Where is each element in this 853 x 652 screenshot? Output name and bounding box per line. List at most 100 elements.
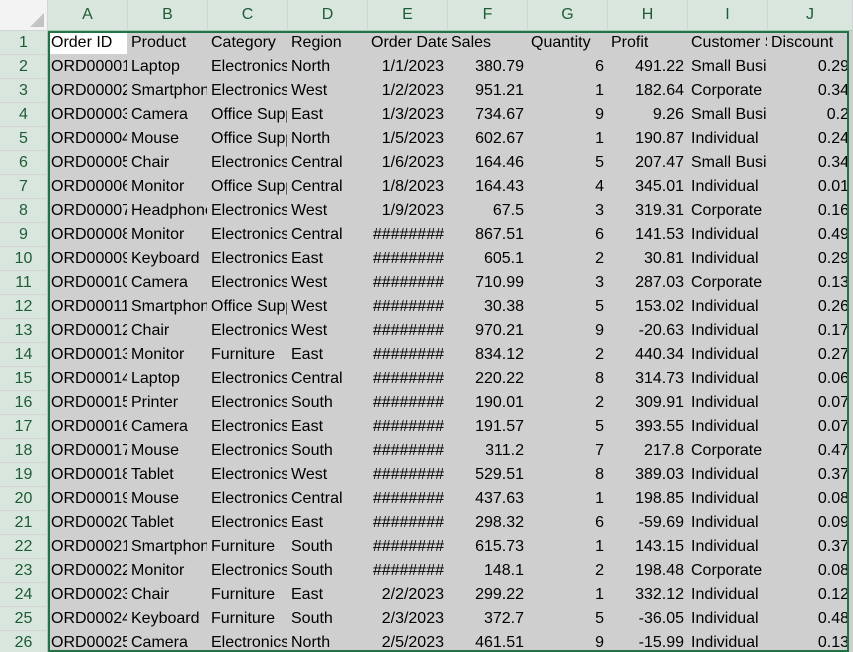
cell-b26[interactable]: Camera <box>128 631 208 652</box>
cell-h10[interactable]: 30.81 <box>608 247 688 271</box>
cell-f26[interactable]: 461.51 <box>448 631 528 652</box>
cell-d7[interactable]: Central <box>288 175 368 199</box>
cell-d5[interactable]: North <box>288 127 368 151</box>
cell-c11[interactable]: Electronics <box>208 271 288 295</box>
cell-e20[interactable]: ######## <box>368 487 448 511</box>
cell-j1[interactable]: Discount <box>768 31 853 55</box>
cell-a2[interactable]: ORD00001 <box>48 55 128 79</box>
cell-a9[interactable]: ORD00008 <box>48 223 128 247</box>
cell-g24[interactable]: 1 <box>528 583 608 607</box>
row-header-6[interactable]: 6 <box>0 151 48 175</box>
cell-d10[interactable]: East <box>288 247 368 271</box>
cell-c3[interactable]: Electronics <box>208 79 288 103</box>
cell-a8[interactable]: ORD00007 <box>48 199 128 223</box>
cell-i15[interactable]: Individual <box>688 367 768 391</box>
cell-g16[interactable]: 2 <box>528 391 608 415</box>
column-header-d[interactable]: D <box>288 0 368 31</box>
cell-a22[interactable]: ORD00021 <box>48 535 128 559</box>
cell-f5[interactable]: 602.67 <box>448 127 528 151</box>
cell-j13[interactable]: 0.17 <box>768 319 853 343</box>
cell-f24[interactable]: 299.22 <box>448 583 528 607</box>
cell-g7[interactable]: 4 <box>528 175 608 199</box>
cell-e24[interactable]: 2/2/2023 <box>368 583 448 607</box>
cell-h4[interactable]: 9.26 <box>608 103 688 127</box>
cell-b8[interactable]: Headphones <box>128 199 208 223</box>
cell-e2[interactable]: 1/1/2023 <box>368 55 448 79</box>
column-header-a[interactable]: A <box>48 0 128 31</box>
row-header-23[interactable]: 23 <box>0 559 48 583</box>
cell-c23[interactable]: Electronics <box>208 559 288 583</box>
cell-f15[interactable]: 220.22 <box>448 367 528 391</box>
row-header-5[interactable]: 5 <box>0 127 48 151</box>
cell-d24[interactable]: East <box>288 583 368 607</box>
cell-a1[interactable]: Order ID <box>48 31 128 55</box>
cell-j9[interactable]: 0.49 <box>768 223 853 247</box>
cell-b17[interactable]: Camera <box>128 415 208 439</box>
cell-a12[interactable]: ORD00011 <box>48 295 128 319</box>
row-header-16[interactable]: 16 <box>0 391 48 415</box>
cell-a11[interactable]: ORD00010 <box>48 271 128 295</box>
cell-h26[interactable]: -15.99 <box>608 631 688 652</box>
cell-g10[interactable]: 2 <box>528 247 608 271</box>
cell-a4[interactable]: ORD00003 <box>48 103 128 127</box>
cell-g21[interactable]: 6 <box>528 511 608 535</box>
cell-j2[interactable]: 0.29 <box>768 55 853 79</box>
cell-e26[interactable]: 2/5/2023 <box>368 631 448 652</box>
cell-b23[interactable]: Monitor <box>128 559 208 583</box>
cell-e10[interactable]: ######## <box>368 247 448 271</box>
cell-c2[interactable]: Electronics <box>208 55 288 79</box>
cell-i5[interactable]: Individual <box>688 127 768 151</box>
cell-g20[interactable]: 1 <box>528 487 608 511</box>
row-header-2[interactable]: 2 <box>0 55 48 79</box>
row-header-4[interactable]: 4 <box>0 103 48 127</box>
cell-c10[interactable]: Electronics <box>208 247 288 271</box>
cell-a15[interactable]: ORD00014 <box>48 367 128 391</box>
cell-f2[interactable]: 380.79 <box>448 55 528 79</box>
cell-i8[interactable]: Corporate <box>688 199 768 223</box>
cell-d18[interactable]: South <box>288 439 368 463</box>
cell-h15[interactable]: 314.73 <box>608 367 688 391</box>
cell-h6[interactable]: 207.47 <box>608 151 688 175</box>
cell-f9[interactable]: 867.51 <box>448 223 528 247</box>
cell-j8[interactable]: 0.16 <box>768 199 853 223</box>
row-header-10[interactable]: 10 <box>0 247 48 271</box>
cell-g12[interactable]: 5 <box>528 295 608 319</box>
cell-j7[interactable]: 0.01 <box>768 175 853 199</box>
row-header-8[interactable]: 8 <box>0 199 48 223</box>
cell-d17[interactable]: East <box>288 415 368 439</box>
cell-c25[interactable]: Furniture <box>208 607 288 631</box>
cell-j26[interactable]: 0.13 <box>768 631 853 652</box>
cell-j15[interactable]: 0.06 <box>768 367 853 391</box>
column-header-j[interactable]: J <box>768 0 853 31</box>
cell-f7[interactable]: 164.43 <box>448 175 528 199</box>
cell-d21[interactable]: East <box>288 511 368 535</box>
cell-d22[interactable]: South <box>288 535 368 559</box>
cell-d25[interactable]: South <box>288 607 368 631</box>
cell-b6[interactable]: Chair <box>128 151 208 175</box>
cell-d4[interactable]: East <box>288 103 368 127</box>
cell-b10[interactable]: Keyboard <box>128 247 208 271</box>
cell-f18[interactable]: 311.2 <box>448 439 528 463</box>
cell-g9[interactable]: 6 <box>528 223 608 247</box>
cell-i26[interactable]: Individual <box>688 631 768 652</box>
cell-h12[interactable]: 153.02 <box>608 295 688 319</box>
cell-g3[interactable]: 1 <box>528 79 608 103</box>
cell-b15[interactable]: Laptop <box>128 367 208 391</box>
cell-d6[interactable]: Central <box>288 151 368 175</box>
cell-i1[interactable]: Customer Segment <box>688 31 768 55</box>
cell-h8[interactable]: 319.31 <box>608 199 688 223</box>
cell-g15[interactable]: 8 <box>528 367 608 391</box>
cell-g6[interactable]: 5 <box>528 151 608 175</box>
cell-b18[interactable]: Mouse <box>128 439 208 463</box>
cell-j6[interactable]: 0.34 <box>768 151 853 175</box>
cell-b20[interactable]: Mouse <box>128 487 208 511</box>
cell-a5[interactable]: ORD00004 <box>48 127 128 151</box>
cell-g14[interactable]: 2 <box>528 343 608 367</box>
row-header-15[interactable]: 15 <box>0 367 48 391</box>
cell-d8[interactable]: West <box>288 199 368 223</box>
cell-e23[interactable]: ######## <box>368 559 448 583</box>
cell-i22[interactable]: Individual <box>688 535 768 559</box>
cell-a26[interactable]: ORD00025 <box>48 631 128 652</box>
cell-f6[interactable]: 164.46 <box>448 151 528 175</box>
cell-b11[interactable]: Camera <box>128 271 208 295</box>
